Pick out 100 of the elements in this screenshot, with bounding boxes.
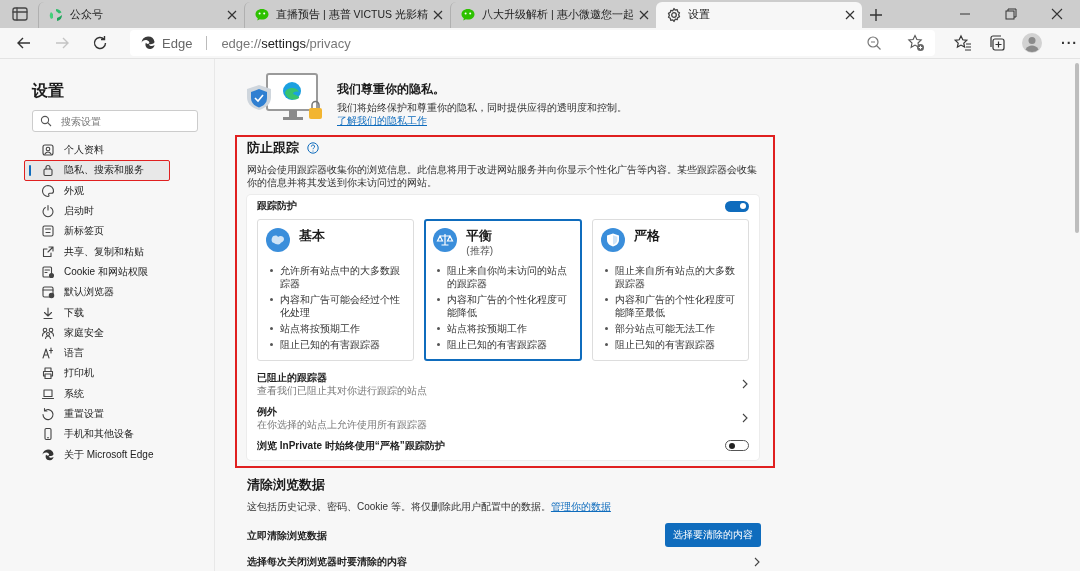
setting-description: 在你选择的站点上允许使用所有跟踪器	[257, 418, 427, 431]
level-note: (推荐)	[466, 244, 493, 258]
sidebar-item[interactable]: 共享、复制和粘贴	[24, 241, 198, 262]
phone-icon	[41, 427, 55, 442]
setting-label: 跟踪防护	[257, 199, 297, 213]
profile-avatar-icon[interactable]	[1021, 32, 1043, 54]
blob-circle-icon	[266, 228, 290, 252]
collections-icon[interactable]	[987, 33, 1007, 53]
url-text[interactable]: edge://settings/privacy	[221, 35, 351, 51]
intro-title: 我们尊重你的隐私。	[337, 81, 446, 98]
star-plus-icon[interactable]	[907, 34, 925, 52]
setting-label: 浏览 InPrivate 时始终使用“严格”跟踪防护	[257, 439, 445, 452]
sidebar-item[interactable]: 重置设置	[24, 403, 198, 425]
more-menu-button[interactable]: ···	[1057, 35, 1080, 51]
level-card[interactable]: 严格 阻止来自所有站点的大多数跟踪器 内容和广告的个性化程度可能降至最低 部分站点可能无法工作 阻止已知的有害跟踪器	[591, 219, 749, 361]
clear-data-button[interactable]: 选择要清除的内容	[665, 523, 761, 547]
gear-icon	[666, 7, 682, 23]
manage-data-link[interactable]: 管理你的数据	[550, 501, 611, 512]
language-icon	[41, 346, 55, 361]
setting-label: 已阻止的跟踪器	[257, 371, 328, 384]
sidebar-item[interactable]: 关于 Microsoft Edge	[24, 444, 198, 465]
power-icon	[41, 204, 55, 219]
level-bullet: 内容和广告的个性化程度可能降低	[437, 293, 573, 319]
shield-circle-icon	[600, 228, 625, 252]
level-bullet: 阻止已知的有害跟踪器	[270, 338, 406, 351]
sidebar-item[interactable]: 系统	[24, 383, 198, 404]
download-icon	[41, 305, 55, 320]
level-title: 基本	[299, 228, 325, 244]
level-bullet: 内容和广告的个性化程度可能降至最低	[604, 293, 740, 319]
scrollbar[interactable]	[1075, 63, 1079, 233]
printer-icon	[41, 366, 55, 381]
zoom-out-icon[interactable]	[865, 34, 883, 52]
browser-tab[interactable]: 设置	[656, 2, 862, 28]
level-card[interactable]: 基本 允许所有站点中的大多数跟踪器 内容和广告可能会经过个性化处理 站点将按预期工作 阻止已知的有害跟踪器	[257, 219, 415, 361]
laptop-icon	[41, 386, 55, 401]
level-bullet: 内容和广告可能会经过个性化处理	[270, 293, 406, 319]
family-icon	[41, 325, 55, 340]
palette-icon	[41, 183, 55, 198]
setting-description: 查看我们已阻止其对你进行跟踪的站点	[257, 384, 427, 397]
section-description: 这包括历史记录、密码、Cookie 等。将仅删除此用户配置中的数据。管理你的数据	[247, 500, 612, 513]
favorites-list-icon[interactable]	[953, 33, 973, 53]
sidebar-panel-icon[interactable]	[10, 4, 30, 24]
new-tab-page-icon	[41, 224, 55, 239]
edge-label: Edge	[162, 35, 193, 51]
chat-bubble-icon	[254, 7, 270, 23]
level-bullet: 阻止来自你尚未访问的站点的跟踪器	[437, 264, 573, 290]
toggle-switch[interactable]	[725, 200, 749, 212]
sidebar-item[interactable]: Cookie 和网站权限	[24, 261, 198, 283]
chat-bubble-icon	[460, 7, 476, 23]
help-icon[interactable]	[307, 142, 319, 154]
sidebar-item[interactable]: 手机和其他设备	[24, 424, 198, 445]
close-icon[interactable]	[433, 10, 443, 20]
browser-check-icon	[41, 285, 55, 300]
toggle-switch[interactable]	[725, 440, 749, 451]
sidebar-item[interactable]: 新标签页	[24, 221, 198, 242]
search-field[interactable]: 搜索设置	[32, 110, 198, 132]
sidebar-item[interactable]: 个人资料	[24, 140, 198, 161]
intro-text: 我们将始终保护和尊重你的隐私，同时提供应得的透明度和控制。 了解我们的隐私工作	[337, 101, 628, 127]
level-title: 平衡	[466, 228, 493, 244]
level-title: 严格	[633, 228, 660, 244]
sidebar-item[interactable]: 家庭安全	[24, 322, 198, 343]
level-bullet: 阻止已知的有害跟踪器	[604, 338, 740, 351]
reset-icon	[41, 407, 55, 421]
address-bar[interactable]: Edge edge://settings/privacy	[130, 30, 935, 56]
level-bullet: 允许所有站点中的大多数跟踪器	[270, 264, 406, 290]
edge-logo-icon	[41, 447, 55, 462]
section-description: 网站会使用跟踪器收集你的浏览信息。此信息将用于改进网站服务并向你显示个性化广告等内容。某些跟踪器会收集你的信息并将其发送到你未访问过的网站。	[247, 163, 758, 189]
privacy-link[interactable]: 了解我们的隐私工作	[337, 115, 427, 126]
profile-card-icon	[41, 143, 55, 158]
chevron-right-icon[interactable]	[741, 379, 749, 389]
share-icon	[41, 244, 55, 259]
close-icon[interactable]	[227, 10, 237, 20]
lock-icon	[41, 163, 55, 178]
level-bullet: 站点将按预期工作	[270, 322, 406, 335]
sidebar-item[interactable]: 语言	[24, 342, 198, 364]
cycle-icon	[48, 7, 64, 23]
sidebar-item[interactable]: 启动时	[24, 200, 198, 222]
cookie-page-icon	[41, 264, 55, 279]
sidebar-item[interactable]: 默认浏览器	[24, 282, 198, 303]
setting-label: 例外	[257, 405, 278, 418]
sidebar-item[interactable]: 下载	[24, 302, 198, 323]
sidebar-item[interactable]: 打印机	[24, 363, 198, 384]
scales-circle-icon	[433, 228, 458, 252]
setting-label: 选择每次关闭浏览器时要清除的内容	[247, 555, 407, 568]
level-bullet: 阻止来自所有站点的大多数跟踪器	[604, 264, 740, 290]
sidebar-item[interactable]: 隐私、搜索和服务	[24, 160, 170, 181]
level-bullet: 阻止已知的有害跟踪器	[437, 338, 573, 351]
chevron-right-icon[interactable]	[741, 413, 749, 423]
settings-title: 设置	[32, 81, 65, 101]
chevron-right-icon[interactable]	[753, 556, 761, 567]
level-bullet: 部分站点可能无法工作	[604, 322, 740, 335]
close-icon[interactable]	[845, 10, 855, 20]
setting-label: 立即清除浏览数据	[247, 528, 327, 542]
sidebar-item[interactable]: 外观	[24, 180, 198, 201]
level-card[interactable]: 平衡 (推荐) 阻止来自你尚未访问的站点的跟踪器 内容和广告的个性化程度可能降低 站点将按预期工作 阻止已知的有害跟踪器	[424, 219, 582, 361]
edge-logo-icon	[140, 35, 156, 51]
section-title: 防止跟踪	[247, 139, 299, 157]
level-bullet: 站点将按预期工作	[437, 322, 573, 335]
close-icon[interactable]	[639, 10, 649, 20]
section-title: 清除浏览数据	[247, 476, 326, 494]
